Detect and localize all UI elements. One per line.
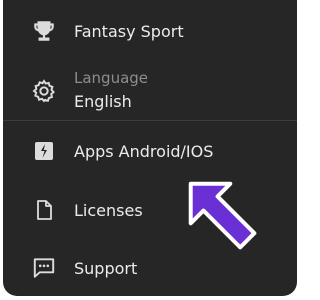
side-menu: Fantasy Sport Language English Apps Andr…: [3, 0, 297, 296]
language-caption: Language: [74, 69, 149, 87]
menu-item-label: Licenses: [74, 200, 143, 220]
pointer-arrow-icon: [188, 181, 257, 250]
trophy-icon: [29, 16, 59, 46]
divider: [3, 120, 297, 121]
menu-item-fantasy-sport[interactable]: Fantasy Sport: [3, 9, 297, 53]
menu-item-label: Fantasy Sport: [74, 21, 184, 41]
chat-icon: [29, 253, 59, 283]
document-icon: [29, 195, 59, 225]
menu-item-language[interactable]: Language English: [3, 68, 297, 118]
menu-item-label: Support: [74, 258, 138, 278]
menu-item-label: Apps Android/IOS: [74, 141, 214, 161]
language-value: English: [74, 92, 132, 111]
app-icon: [29, 136, 59, 166]
gear-icon: [29, 76, 59, 106]
